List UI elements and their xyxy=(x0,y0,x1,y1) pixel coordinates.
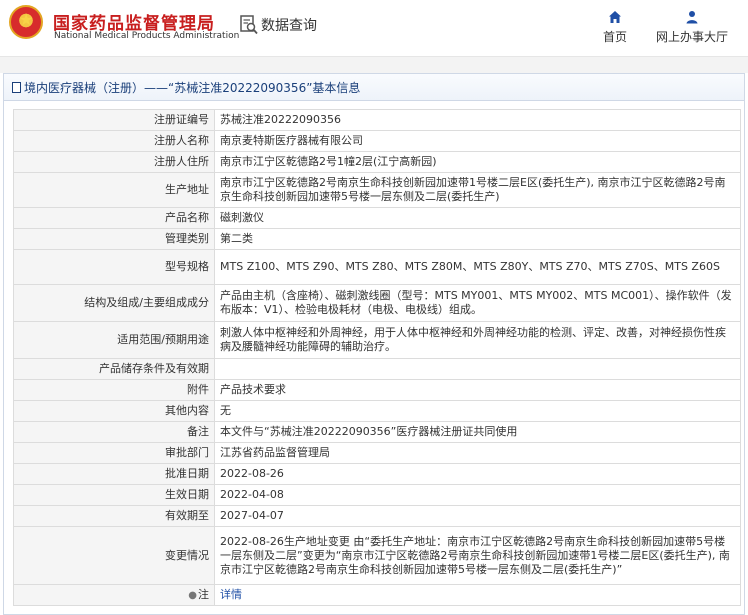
field-label: 型号规格 xyxy=(13,249,215,285)
note-label-cell: ●注 xyxy=(13,584,215,606)
table-row: 型号规格 MTS Z100、MTS Z90、MTS Z80、MTS Z80M、MT… xyxy=(13,249,741,285)
field-label: 注册证编号 xyxy=(13,109,215,131)
field-label: 变更情况 xyxy=(13,526,215,585)
table-row: 有效期至 2027-04-07 xyxy=(13,505,741,527)
top-header: 国家药品监督管理局 National Medical Products Admi… xyxy=(0,0,748,56)
table-row: 附件 产品技术要求 xyxy=(13,379,741,401)
table-row: 备注 本文件与“苏械注准20222090356”医疗器械注册证共同使用 xyxy=(13,421,741,443)
nav-home[interactable]: 首页 xyxy=(597,10,633,45)
field-value: 刺激人体中枢神经和外周神经，用于人体中枢神经和外周神经功能的检测、评定、改善，对… xyxy=(214,321,741,359)
field-label: 生产地址 xyxy=(13,172,215,208)
brand-subtitle: National Medical Products Administration xyxy=(54,31,240,41)
field-label: 有效期至 xyxy=(13,505,215,527)
note-label: 注 xyxy=(198,587,209,601)
details-link[interactable]: 详情 xyxy=(220,588,242,601)
detail-panel: 境内医疗器械（注册）——“苏械注准20222090356”基本信息 注册证编号苏… xyxy=(3,73,745,615)
field-value: 2022-08-26生产地址变更 由“委托生产地址：南京市江宁区乾德路2号南京生… xyxy=(214,526,741,585)
field-value: 产品技术要求 xyxy=(214,379,741,401)
search-document-icon[interactable] xyxy=(240,15,258,35)
note-value-cell: 详情 xyxy=(214,584,741,606)
table-row: 适用范围/预期用途 刺激人体中枢神经和外周神经，用于人体中枢神经和外周神经功能的检… xyxy=(13,321,741,359)
nmpa-emblem-icon xyxy=(9,5,43,39)
field-value: 无 xyxy=(214,400,741,422)
home-icon xyxy=(609,11,621,23)
nav-online-hall-label: 网上办事大厅 xyxy=(655,30,728,44)
field-label: 管理类别 xyxy=(13,228,215,250)
page-gap xyxy=(0,57,748,73)
table-row: 产品储存条件及有效期 xyxy=(13,358,741,380)
table-row: 变更情况 2022-08-26生产地址变更 由“委托生产地址：南京市江宁区乾德路2… xyxy=(13,526,741,585)
field-value: 苏械注准20222090356 xyxy=(214,109,741,131)
field-value: 本文件与“苏械注准20222090356”医疗器械注册证共同使用 xyxy=(214,421,741,443)
table-row: 批准日期 2022-08-26 xyxy=(13,463,741,485)
field-label: 注册人名称 xyxy=(13,130,215,152)
field-label: 附件 xyxy=(13,379,215,401)
document-icon xyxy=(12,82,21,93)
table-row: 注册证编号 苏械注准20222090356 xyxy=(13,109,741,131)
data-query-link[interactable]: 数据查询 xyxy=(261,15,317,35)
field-value xyxy=(214,358,741,380)
field-label: 适用范围/预期用途 xyxy=(13,321,215,359)
field-value: 2027-04-07 xyxy=(214,505,741,527)
field-label: 结构及组成/主要组成成分 xyxy=(13,284,215,322)
table-row: 其他内容无 xyxy=(13,400,741,422)
field-value: 2022-08-26 xyxy=(214,463,741,485)
field-value: 产品由主机（含座椅）、磁刺激线圈（型号：MTS MY001、MTS MY002、… xyxy=(214,284,741,322)
table-row: 注册人名称 南京麦特斯医疗器械有限公司 xyxy=(13,130,741,152)
detail-table: 注册证编号 苏械注准20222090356 注册人名称 南京麦特斯医疗器械有限公司 … xyxy=(13,109,741,606)
field-label: 注册人住所 xyxy=(13,151,215,173)
table-row: 审批部门 江苏省药品监督管理局 xyxy=(13,442,741,464)
field-value: 第二类 xyxy=(214,228,741,250)
field-label: 其他内容 xyxy=(13,400,215,422)
table-row: 管理类别 第二类 xyxy=(13,228,741,250)
field-value: 2022-04-08 xyxy=(214,484,741,506)
panel-title: 境内医疗器械（注册）——“苏械注准20222090356”基本信息 xyxy=(24,81,361,95)
nav-home-label: 首页 xyxy=(602,30,627,44)
table-row: 生效日期 2022-04-08 xyxy=(13,484,741,506)
table-row: 生产地址 南京市江宁区乾德路2号南京生命科技创新园加速带1号楼二层E区(委托生产)… xyxy=(13,172,741,208)
note-row: ●注 详情 xyxy=(13,584,741,606)
field-label: 审批部门 xyxy=(13,442,215,464)
field-label: 生效日期 xyxy=(13,484,215,506)
field-value: 江苏省药品监督管理局 xyxy=(214,442,741,464)
field-value: 南京市江宁区乾德路2号1幢2层(江宁高新园) xyxy=(214,151,741,173)
table-row: 注册人住所 南京市江宁区乾德路2号1幢2层(江宁高新园) xyxy=(13,151,741,173)
field-value: 南京麦特斯医疗器械有限公司 xyxy=(214,130,741,152)
user-icon xyxy=(686,11,698,24)
panel-header: 境内医疗器械（注册）——“苏械注准20222090356”基本信息 xyxy=(4,74,744,101)
table-row: 结构及组成/主要组成成分 产品由主机（含座椅）、磁刺激线圈（型号：MTS MY00… xyxy=(13,284,741,322)
field-label: 批准日期 xyxy=(13,463,215,485)
bulb-icon: ● xyxy=(188,589,197,601)
field-label: 产品储存条件及有效期 xyxy=(13,358,215,380)
field-value: 南京市江宁区乾德路2号南京生命科技创新园加速带1号楼二层E区(委托生产), 南京… xyxy=(214,172,741,208)
field-value: 磁刺激仪 xyxy=(214,207,741,229)
table-row: 产品名称 磁刺激仪 xyxy=(13,207,741,229)
field-label: 产品名称 xyxy=(13,207,215,229)
field-label: 备注 xyxy=(13,421,215,443)
nav-online-hall[interactable]: 网上办事大厅 xyxy=(650,10,734,45)
field-value: MTS Z100、MTS Z90、MTS Z80、MTS Z80M、MTS Z8… xyxy=(214,249,741,285)
